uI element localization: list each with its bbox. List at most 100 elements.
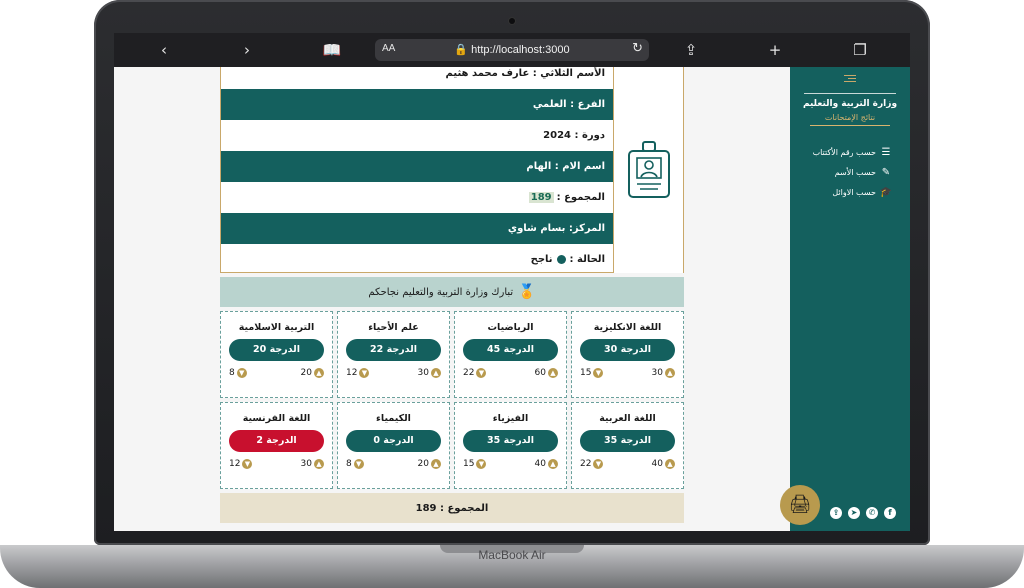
device-label: MacBook Air xyxy=(478,548,546,562)
grade-badge: الدرجة 45 xyxy=(463,339,558,361)
menu-icon[interactable] xyxy=(844,75,856,84)
max-grade: 30 ▲ xyxy=(652,368,675,378)
divider xyxy=(804,93,896,94)
id-card-icon xyxy=(627,141,670,198)
subject-card: اللغة الانكليزية الدرجة 30 30 ▲ 15 ▼ xyxy=(571,311,684,398)
sidebar-item-by-name[interactable]: ✎ حسب الأسم xyxy=(796,167,892,178)
arrow-down-icon: ▼ xyxy=(353,459,364,469)
back-icon[interactable]: ‹ xyxy=(154,40,174,60)
student-center: المركز: بسام شاوي xyxy=(221,213,613,244)
grade-badge: الدرجة 20 xyxy=(229,339,324,361)
min-grade: 8 ▼ xyxy=(229,368,247,378)
pen-icon: ✎ xyxy=(881,167,891,178)
divider xyxy=(810,125,890,126)
subject-name: اللغة الفرنسية xyxy=(242,413,311,424)
max-grade: 30 ▲ xyxy=(418,368,441,378)
subject-name: التربية الاسلامية xyxy=(238,322,315,333)
social-links: ⇪ ➤ ✆ f xyxy=(830,507,896,519)
facebook-icon[interactable]: f xyxy=(884,507,896,519)
sidebar: وزارة التربية والتعليم نتائج الإمتحانات … xyxy=(790,67,910,531)
min-grade: 22 ▼ xyxy=(463,368,487,378)
congrats-text: تبارك وزارة التربية والتعليم نجاحكم xyxy=(368,286,514,298)
share-icon[interactable]: ⇪ xyxy=(681,40,701,60)
arrow-down-icon: ▼ xyxy=(236,368,247,378)
arrow-up-icon: ▲ xyxy=(431,459,441,469)
sidebar-item-label: حسب الأسم xyxy=(834,168,876,177)
grade-badge: الدرجة 35 xyxy=(463,430,558,452)
arrow-up-icon: ▲ xyxy=(665,459,675,469)
status-dot-icon xyxy=(556,255,566,264)
grade-badge: الدرجة 0 xyxy=(346,430,441,452)
sidebar-item-top-students[interactable]: 🎓 حسب الاوائل xyxy=(796,187,892,198)
url-text: 🔒 http://localhost:3000 xyxy=(454,44,570,56)
subject-card: الفيزياء الدرجة 35 40 ▲ 15 ▼ xyxy=(454,402,567,489)
student-photo xyxy=(613,67,683,273)
min-grade: 15 ▼ xyxy=(463,459,487,469)
subject-name: الفيزياء xyxy=(492,413,529,424)
grade-badge: الدرجة 30 xyxy=(580,339,675,361)
student-status: الحالة : ناجح xyxy=(530,254,605,265)
max-grade: 40 ▲ xyxy=(652,459,675,469)
grade-badge: الدرجة 35 xyxy=(580,430,675,452)
max-grade: 20 ▲ xyxy=(418,459,441,469)
subject-name: اللغة الانكليزية xyxy=(593,322,662,333)
tabs-overview-icon[interactable]: ❐ xyxy=(850,40,870,60)
student-session: دورة : 2024 xyxy=(543,130,605,141)
arrow-down-icon: ▼ xyxy=(242,459,253,469)
screen: ‹ › 📖 AA 🔒 http://localhost:3000 ↻ ⇪ + ❐… xyxy=(114,33,910,531)
congrats-banner: 🏅 تبارك وزارة التربية والتعليم نجاحكم xyxy=(220,277,684,307)
subject-card: الرياضيات الدرجة 45 60 ▲ 22 ▼ xyxy=(454,311,567,398)
min-grade: 12 ▼ xyxy=(346,368,370,378)
arrow-down-icon: ▼ xyxy=(476,368,487,378)
bookmarks-icon[interactable]: 📖 xyxy=(322,40,342,60)
arrow-up-icon: ▲ xyxy=(314,368,324,378)
max-grade: 20 ▲ xyxy=(301,368,324,378)
subject-card: اللغة العربية الدرجة 35 40 ▲ 22 ▼ xyxy=(571,402,684,489)
sidebar-item-label: حسب رقم الأكتتاب xyxy=(812,148,876,157)
sidebar-title: وزارة التربية والتعليم xyxy=(802,99,898,109)
max-grade: 30 ▲ xyxy=(301,459,324,469)
share-icon[interactable]: ⇪ xyxy=(830,507,842,519)
min-grade: 8 ▼ xyxy=(346,459,364,469)
student-total: المجموع :189 xyxy=(528,192,605,203)
subject-card: اللغة الفرنسية الدرجة 2 30 ▲ 12 ▼ xyxy=(220,402,333,489)
subject-card: الكيمياء الدرجة 0 20 ▲ 8 ▼ xyxy=(337,402,450,489)
telegram-icon[interactable]: ➤ xyxy=(848,507,860,519)
min-grade: 15 ▼ xyxy=(580,368,604,378)
subject-card: علم الأحياء الدرجة 22 30 ▲ 12 ▼ xyxy=(337,311,450,398)
arrow-up-icon: ▲ xyxy=(548,459,558,469)
subject-name: الكيمياء xyxy=(376,413,411,424)
camera-icon xyxy=(509,18,515,24)
student-branch: الفرع : العلمي xyxy=(221,89,613,120)
subjects-grid: اللغة الانكليزية الدرجة 30 30 ▲ 15 ▼ الريا… xyxy=(220,311,684,489)
subject-card: التربية الاسلامية الدرجة 20 20 ▲ 8 ▼ xyxy=(220,311,333,398)
reload-icon[interactable]: ↻ xyxy=(632,41,643,56)
subject-name: اللغة العربية xyxy=(599,413,656,424)
printer-icon: 🖨 xyxy=(788,494,812,515)
forward-icon[interactable]: › xyxy=(237,40,257,60)
new-tab-icon[interactable]: + xyxy=(765,40,785,60)
subject-name: الرياضيات xyxy=(487,322,534,333)
student-name: الأسم الثلاثي : عارف محمد هثيم xyxy=(445,68,605,79)
min-grade: 22 ▼ xyxy=(580,459,604,469)
sidebar-item-label: حسب الاوائل xyxy=(832,188,876,197)
whatsapp-icon[interactable]: ✆ xyxy=(866,507,878,519)
student-mother-name: اسم الام : الهام xyxy=(221,151,613,182)
status-badge: ناجح xyxy=(530,254,553,265)
page: وزارة التربية والتعليم نتائج الإمتحانات … xyxy=(114,67,910,531)
grade-badge: الدرجة 22 xyxy=(346,339,441,361)
sidebar-subtitle: نتائج الإمتحانات xyxy=(824,113,876,122)
award-icon: 🏅 xyxy=(518,284,536,300)
arrow-down-icon: ▼ xyxy=(593,368,604,378)
total-value: 189 xyxy=(528,192,554,203)
min-grade: 12 ▼ xyxy=(229,459,253,469)
print-button[interactable]: 🖨 xyxy=(780,485,820,525)
subject-name: علم الأحياء xyxy=(368,322,419,333)
graduation-cap-icon: 🎓 xyxy=(879,187,892,198)
arrow-up-icon: ▲ xyxy=(431,368,441,378)
total-bar: المجموع : 189 xyxy=(220,493,684,523)
arrow-down-icon: ▼ xyxy=(593,459,604,469)
sidebar-item-by-number[interactable]: ☰ حسب رقم الأكتتاب xyxy=(796,147,892,158)
max-grade: 60 ▲ xyxy=(535,368,558,378)
arrow-down-icon: ▼ xyxy=(476,459,487,469)
